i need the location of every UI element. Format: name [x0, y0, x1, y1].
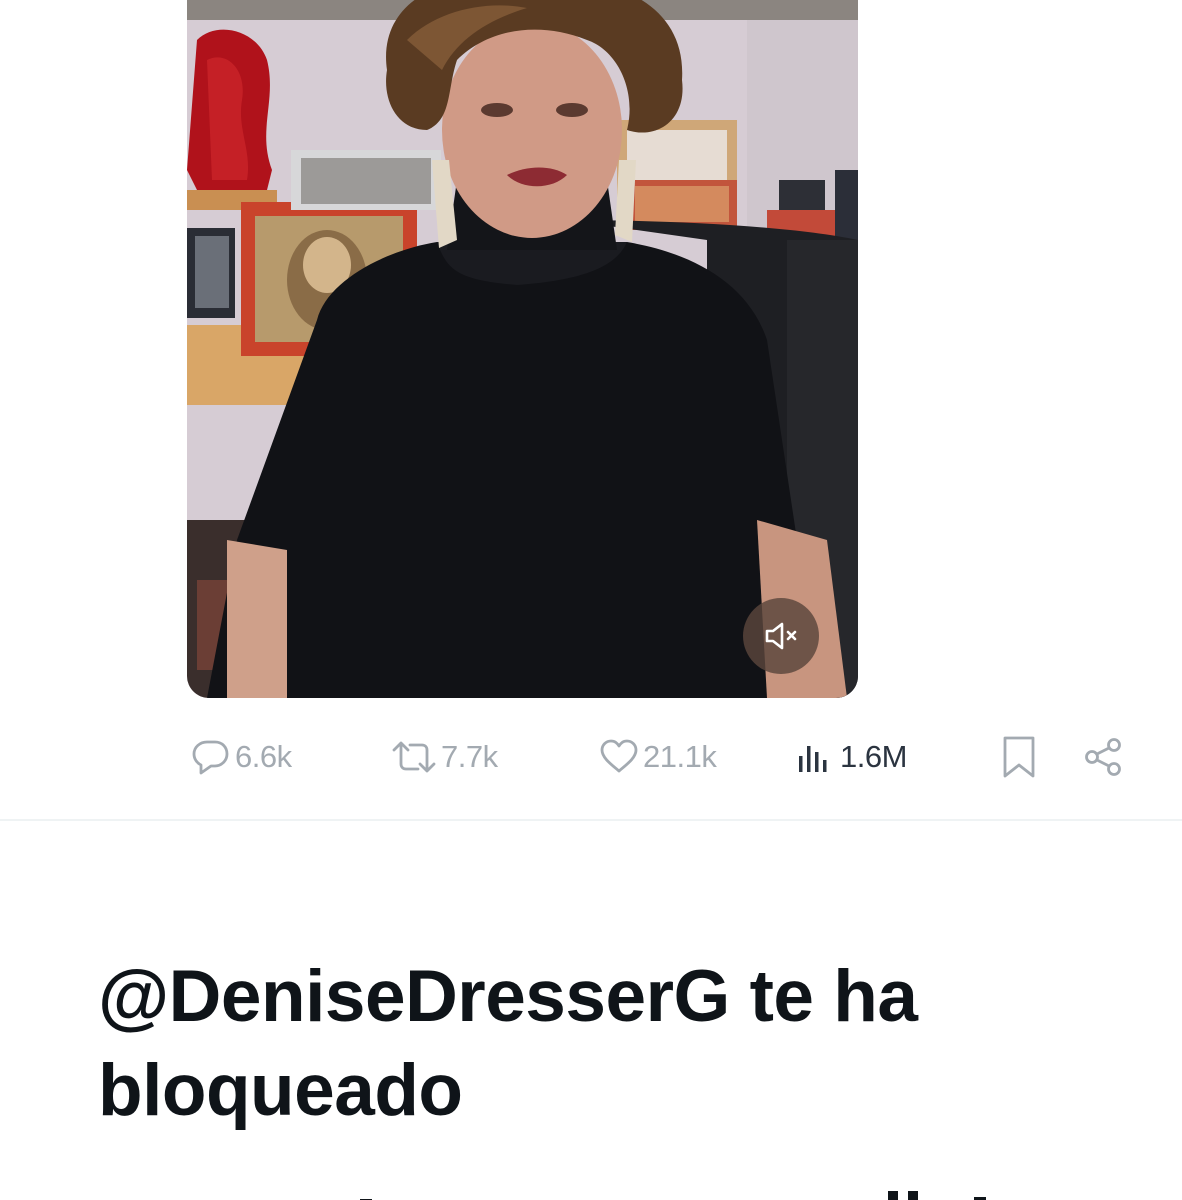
like-count: 21.1k [643, 739, 717, 774]
view-count: 1.6M [840, 739, 907, 774]
share-icon [1085, 738, 1121, 776]
section-divider [0, 819, 1182, 821]
video-frame [187, 0, 858, 698]
truncated-text-line [98, 1188, 1098, 1200]
tweet-page: 6.6k 7.7k 21.1k 1.6M @DeniseDresserG te … [0, 0, 1182, 1200]
repost-count: 7.7k [441, 739, 498, 774]
share-button[interactable] [1083, 725, 1125, 789]
analytics-icon [799, 746, 827, 772]
heart-icon [600, 739, 638, 773]
like-button[interactable]: 21.1k [598, 725, 717, 789]
speaker-muted-icon [765, 622, 797, 650]
tweet-video[interactable] [187, 0, 858, 698]
bookmark-button[interactable] [1000, 725, 1038, 789]
truncated-glyph-tops [360, 1191, 986, 1200]
tweet-action-bar: 6.6k 7.7k 21.1k 1.6M [0, 725, 1182, 789]
reply-button[interactable]: 6.6k [190, 725, 292, 789]
bookmark-icon [1003, 736, 1035, 778]
views-button[interactable]: 1.6M [796, 725, 907, 789]
repost-icon [392, 741, 436, 773]
reply-count: 6.6k [235, 739, 292, 774]
blocked-notice-title: @DeniseDresserG te ha bloqueado [98, 956, 918, 1131]
reply-icon [192, 740, 229, 775]
repost-button[interactable]: 7.7k [390, 725, 498, 789]
mute-button[interactable] [743, 598, 819, 674]
